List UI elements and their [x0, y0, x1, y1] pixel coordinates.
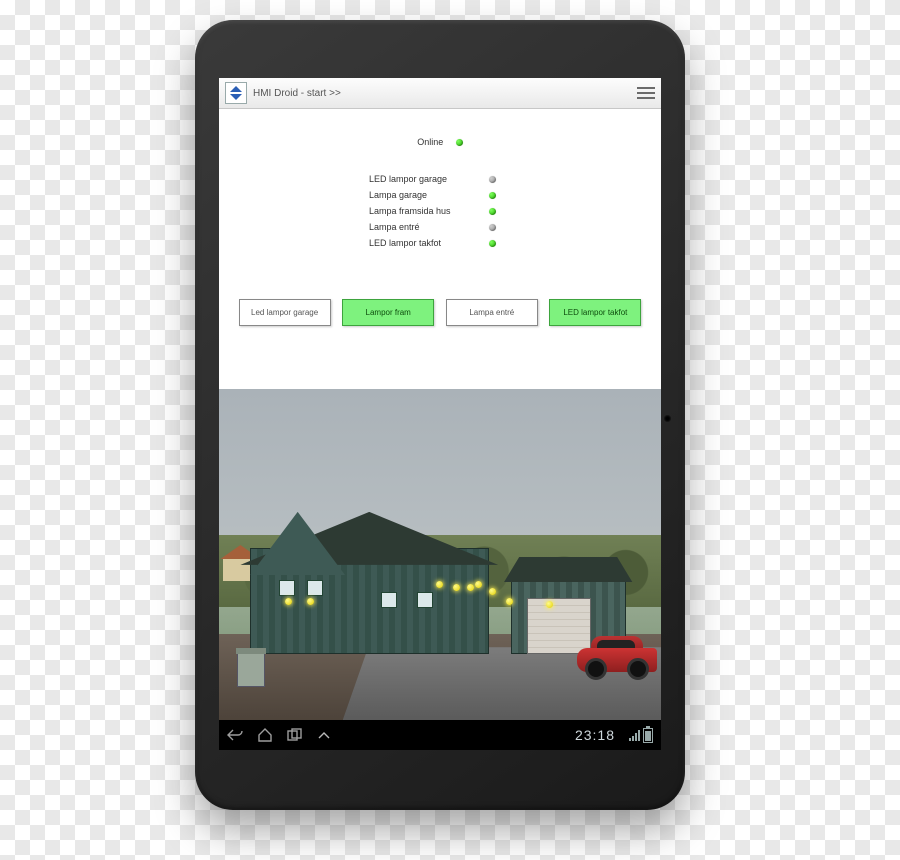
tablet-device-frame: HMI Droid - start >> Online LED lampor g… [195, 20, 685, 810]
house-visualization [219, 389, 661, 720]
status-label: Lampa framsida hus [369, 206, 479, 216]
lamp-indicator[interactable] [436, 581, 443, 588]
control-panel: Online LED lampor garage Lampa garage Lamp… [219, 109, 661, 389]
tablet-camera [664, 415, 671, 422]
house-window [381, 592, 397, 608]
status-label: Lampa entré [369, 222, 479, 232]
status-label: LED lampor garage [369, 174, 479, 184]
house-window [307, 580, 323, 596]
back-button[interactable] [227, 728, 243, 742]
signal-icon [629, 729, 640, 741]
house-window [279, 580, 295, 596]
stage: HMI Droid - start >> Online LED lampor g… [0, 0, 900, 860]
control-button[interactable]: Lampa entré [446, 299, 538, 326]
lamp-indicator[interactable] [546, 601, 553, 608]
lamp-indicator[interactable] [489, 588, 496, 595]
android-nav-bar: 23:18 [219, 720, 661, 750]
garage-roof [504, 557, 633, 582]
lamp-indicator[interactable] [285, 598, 292, 605]
status-row: Lampa framsida hus [369, 203, 496, 219]
app-icon[interactable] [225, 82, 247, 104]
house-window [417, 592, 433, 608]
system-tray [629, 728, 653, 743]
status-label: Lampa garage [369, 190, 479, 200]
action-bar: HMI Droid - start >> [219, 78, 661, 109]
online-label: Online [417, 137, 443, 147]
app-title: HMI Droid - start >> [253, 88, 627, 99]
control-button[interactable]: LED lampor takfot [549, 299, 641, 326]
control-button[interactable]: Lampor fram [342, 299, 434, 326]
online-indicator-row: Online [219, 137, 661, 147]
nav-spacer [317, 730, 561, 740]
car-wheel [627, 658, 649, 680]
status-row: LED lampor garage [369, 171, 496, 187]
status-indicator-dot [489, 208, 496, 215]
status-row: Lampa entré [369, 219, 496, 235]
status-row: Lampa garage [369, 187, 496, 203]
trash-bin [237, 653, 265, 687]
status-row: LED lampor takfot [369, 235, 496, 251]
car-wheel [585, 658, 607, 680]
battery-icon [643, 728, 653, 743]
status-label: LED lampor takfot [369, 238, 479, 248]
recent-apps-button[interactable] [287, 728, 303, 742]
lamp-indicator[interactable] [307, 598, 314, 605]
online-indicator-dot [456, 139, 463, 146]
status-list: LED lampor garage Lampa garage Lampa frams… [369, 171, 496, 251]
button-row: Led lampor garage Lampor fram Lampa entré L… [219, 299, 661, 326]
tablet-screen: HMI Droid - start >> Online LED lampor g… [219, 78, 661, 750]
menu-icon[interactable] [633, 87, 655, 99]
home-button[interactable] [257, 728, 273, 742]
status-indicator-dot [489, 192, 496, 199]
control-button[interactable]: Led lampor garage [239, 299, 331, 326]
expand-up-icon[interactable] [317, 730, 331, 740]
hmi-droid-logo-icon [228, 85, 244, 101]
car [577, 636, 657, 680]
status-indicator-dot [489, 240, 496, 247]
status-indicator-dot [489, 224, 496, 231]
clock: 23:18 [575, 727, 615, 743]
lamp-indicator[interactable] [467, 584, 474, 591]
lamp-indicator[interactable] [506, 598, 513, 605]
status-indicator-dot [489, 176, 496, 183]
